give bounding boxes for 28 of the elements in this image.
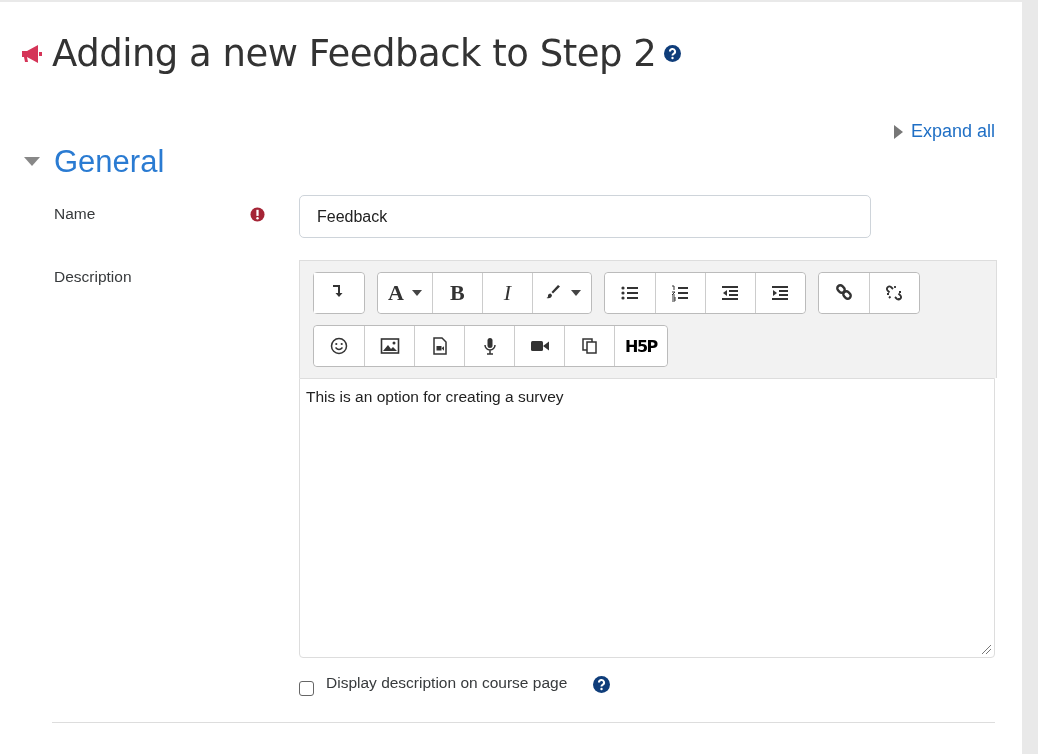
brush-button[interactable] <box>531 273 591 313</box>
field-label: Description <box>54 268 132 286</box>
section-toggle[interactable]: General <box>24 144 165 180</box>
toolbar-button[interactable]: H5P <box>614 326 667 366</box>
field-label: Name <box>54 205 96 223</box>
unlink-icon <box>884 283 905 303</box>
checkbox[interactable] <box>299 681 314 696</box>
description-text: This is an option for creating a survey <box>306 388 564 405</box>
emoji-icon <box>329 336 349 356</box>
page-title: Adding a new Feedback to Step 2 <box>52 32 657 75</box>
indent-icon <box>770 283 791 303</box>
expand-all-link[interactable]: Expand all <box>893 121 995 142</box>
help-icon[interactable] <box>593 676 611 693</box>
caret-icon <box>893 124 903 139</box>
numbered-icon <box>670 283 691 303</box>
name-input-field[interactable]: Feedback <box>299 195 871 238</box>
help-icon[interactable] <box>664 45 682 62</box>
checkbox-label: Display description on course page <box>326 674 568 692</box>
description-text-area[interactable]: This is an option for creating a survey <box>299 378 995 658</box>
resize-handle-icon[interactable] <box>981 644 991 654</box>
caret-icon <box>24 157 40 167</box>
copy-icon <box>579 336 600 356</box>
unlink-button[interactable] <box>868 273 919 313</box>
indent-button[interactable] <box>754 273 805 313</box>
link-icon <box>833 283 854 303</box>
outdent-icon <box>720 283 741 303</box>
megaphone-icon <box>20 43 44 64</box>
image-icon <box>379 336 400 356</box>
